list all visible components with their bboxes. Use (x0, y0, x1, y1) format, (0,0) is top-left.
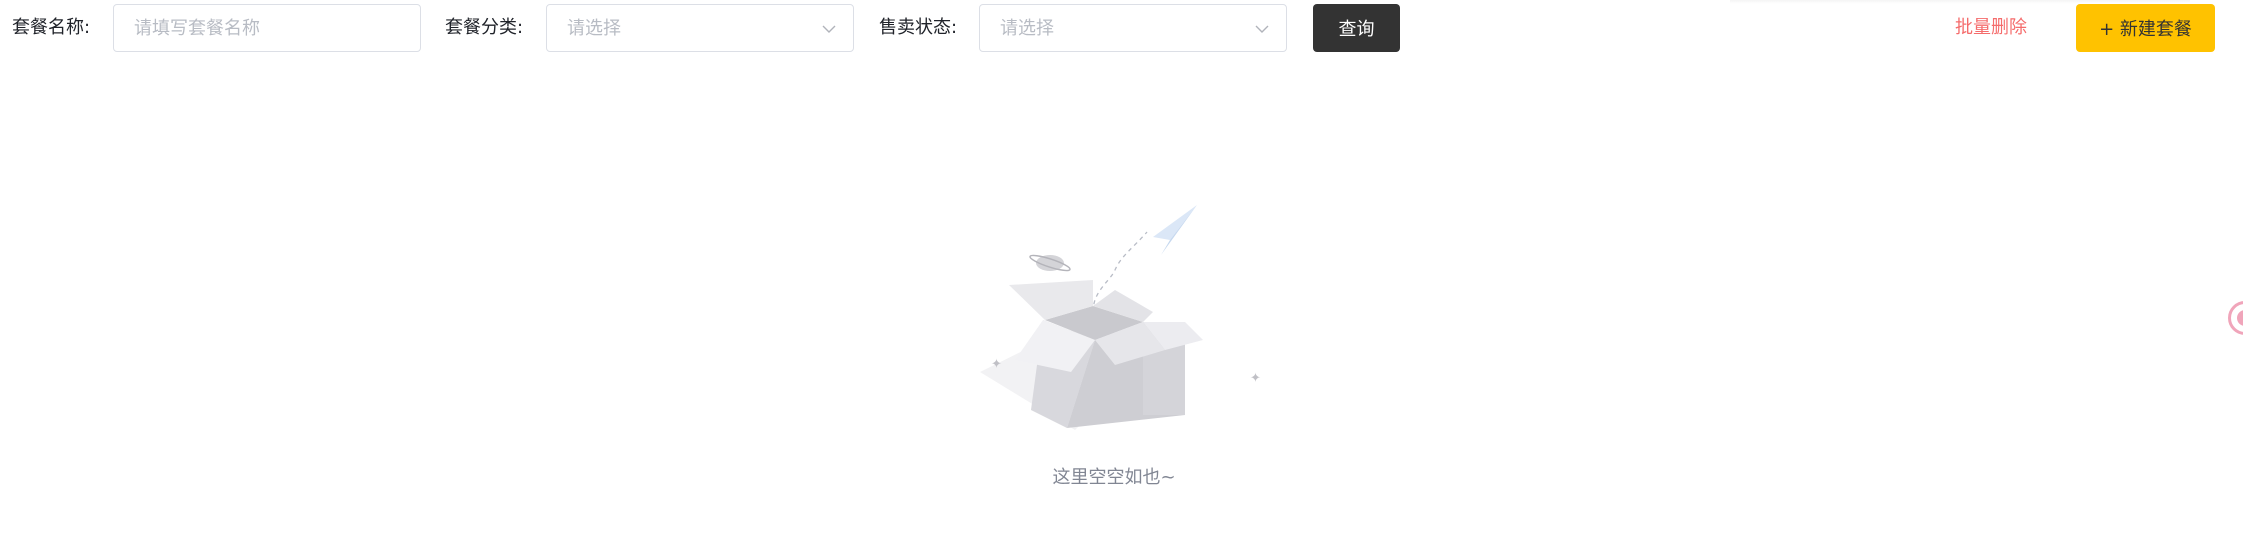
filter-toolbar: 套餐名称: 套餐分类: 请选择 售卖状态: 请选择 查询 批量删除 + 新建套餐 (0, 0, 2243, 58)
chevron-down-icon (1255, 25, 1269, 33)
query-button[interactable]: 查询 (1313, 4, 1400, 52)
chevron-down-icon (822, 25, 836, 33)
batch-delete-button[interactable]: 批量删除 (1955, 16, 2027, 40)
package-name-label: 套餐名称: (12, 17, 91, 38)
svg-text:✦: ✦ (1250, 371, 1261, 386)
package-category-select[interactable]: 请选择 (546, 4, 854, 52)
sale-status-label: 售卖状态: (879, 17, 958, 38)
empty-box-icon: ✦ ✦ (980, 205, 1261, 430)
sale-status-select[interactable]: 请选择 (979, 4, 1287, 52)
package-name-input[interactable] (113, 4, 421, 52)
empty-state-text: 这里空空如也~ (1052, 467, 1176, 488)
package-category-label: 套餐分类: (445, 17, 524, 38)
floating-assistant-icon[interactable] (2228, 301, 2243, 335)
sale-status-placeholder: 请选择 (1000, 18, 1054, 39)
package-category-placeholder: 请选择 (567, 18, 621, 39)
new-package-button[interactable]: + 新建套餐 (2076, 4, 2215, 52)
floating-assistant-dot (2237, 310, 2243, 326)
svg-text:✦: ✦ (991, 357, 1002, 372)
